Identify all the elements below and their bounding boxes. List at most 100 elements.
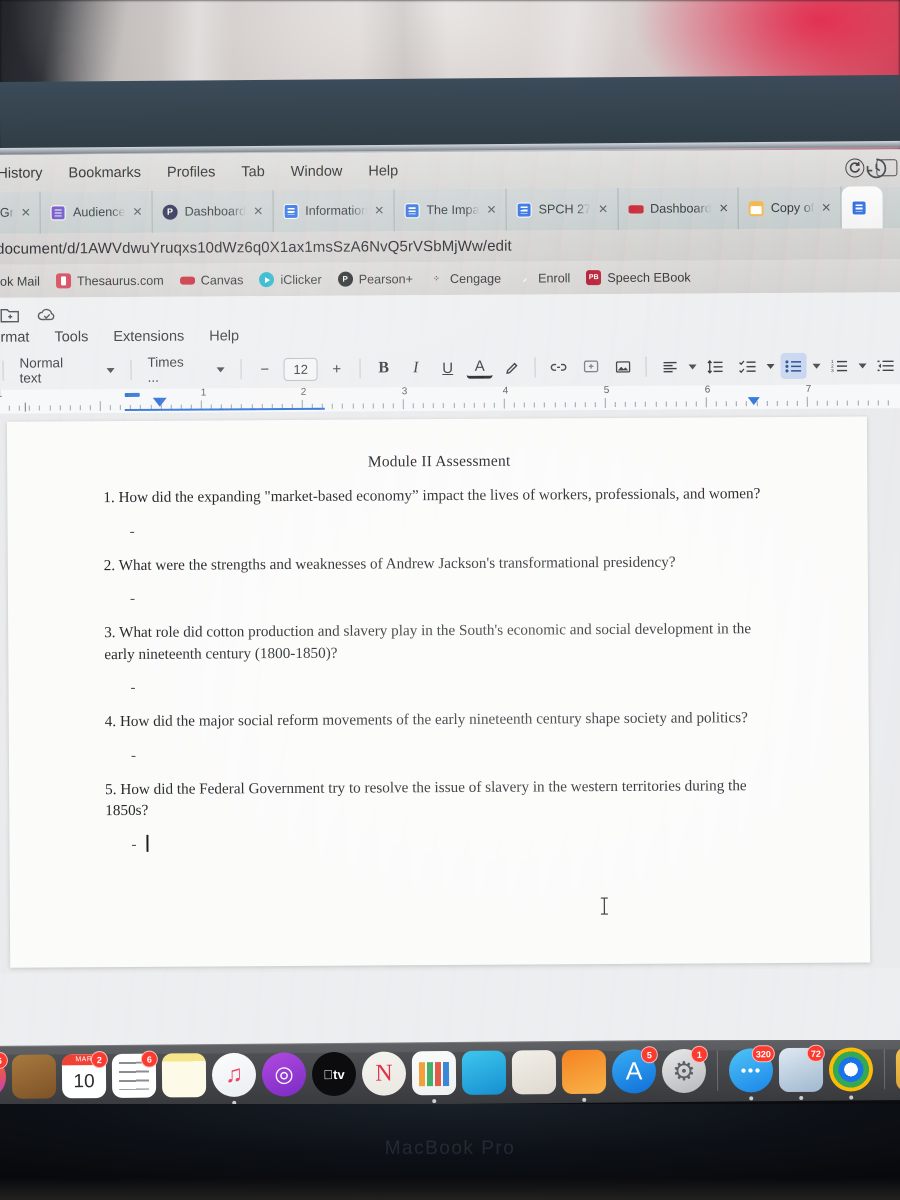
dock-item-podcasts[interactable]: ◎ [261,1052,307,1097]
dock-item-numbers[interactable] [411,1050,457,1104]
question-5[interactable]: 5. How did the Federal Government try to… [105,775,777,822]
dock-item-app-store[interactable]: A5 [611,1046,658,1094]
document-body[interactable]: Module II Assessment 1. How did the expa… [7,416,870,868]
decrease-font-size-button[interactable]: − [252,356,278,382]
add-comment-icon[interactable] [578,354,604,380]
checklist-icon[interactable] [735,353,761,379]
numbered-list-icon[interactable]: 1 2 3 [826,353,852,379]
text-color-button[interactable]: A [466,356,493,379]
dock-item-photo-booth[interactable] [511,1050,557,1095]
tab-4[interactable]: The Impa ✕ [394,188,507,232]
increase-font-size-button[interactable]: + [324,356,350,382]
cloud-saved-icon[interactable] [36,306,58,325]
chevron-down-icon[interactable] [688,363,697,370]
chevron-down-icon[interactable] [812,363,821,369]
bullet-marker-4[interactable]: - [105,729,777,779]
tab-strip[interactable]: l Gr ✕ Audience ✕ P Dashboard ✕ Informat… [0,186,900,234]
bookmark-canvas[interactable]: Canvas [179,273,243,287]
tab-8-active[interactable] [841,186,883,229]
menu-item-tab[interactable]: Tab [241,164,264,180]
tab-0[interactable]: l Gr ✕ [0,191,42,234]
docs-menu-extensions[interactable]: Extensions [113,329,184,345]
docs-menu-tools[interactable]: Tools [54,329,88,345]
font-size-input[interactable]: 12 [283,357,318,381]
insert-link-icon[interactable] [546,354,572,380]
question-4[interactable]: 4. How did the major social reform movem… [105,707,777,733]
close-icon[interactable]: ✕ [598,202,608,216]
bulleted-list-icon[interactable] [780,352,807,379]
dock-item-contacts[interactable] [11,1054,57,1099]
dock-item-notes[interactable] [161,1053,207,1098]
line-spacing-icon[interactable] [703,353,729,379]
dock-item-messages[interactable]: ●●● 320 [728,1045,775,1101]
close-icon[interactable]: ✕ [719,201,729,215]
dock-item-photos[interactable]: 72 [778,1044,825,1100]
chevron-down-icon[interactable] [858,362,867,368]
reload-icon[interactable] [845,158,865,178]
menu-item-bookmarks[interactable]: Bookmarks [68,164,141,180]
bullet-marker-2[interactable]: - [104,572,776,622]
underline-button[interactable]: U [435,355,461,381]
macos-menubar[interactable]: History Bookmarks Profiles Tab Window He… [0,149,900,192]
question-1[interactable]: 1. How did the expanding "market-based e… [103,483,775,509]
dock-item-calendar[interactable]: MAR 10 2 [61,1050,108,1099]
left-indent-handle[interactable] [152,397,167,407]
dock-item-apple-tv[interactable]: tv [311,1051,357,1097]
question-3[interactable]: 3. What role did cotton production and s… [104,618,776,665]
tab-2[interactable]: P Dashboard ✕ [152,190,274,233]
dock-item-pages[interactable] [561,1049,607,1102]
dock-item-photos-legacy[interactable]: 6 [0,1051,8,1100]
tab-5[interactable]: SPCH 27 ✕ [506,187,619,231]
first-line-indent-handle[interactable] [124,392,140,397]
font-family-dropdown[interactable]: Times ... [141,350,230,389]
chevron-down-icon[interactable] [766,363,775,369]
right-indent-handle[interactable] [747,397,760,406]
dock-item-google-chrome[interactable] [828,1047,874,1100]
menu-item-profiles[interactable]: Profiles [167,164,215,180]
move-to-folder-icon[interactable] [0,306,22,325]
document-page[interactable]: Module II Assessment 1. How did the expa… [6,416,871,968]
bookmark-iclicker[interactable]: iClicker [259,272,322,288]
version-history-icon[interactable] [863,155,889,186]
close-icon[interactable]: ✕ [821,201,831,215]
bookmark-cengage[interactable]: ⁘ Cengage [429,271,501,286]
docs-toolbar[interactable]: Normal text Times ... − 12 + B I U A 1 2… [0,346,900,390]
dock-item-downloads-stack[interactable] [895,1046,900,1092]
bookmark-speech-ebook[interactable]: PB Speech EBook [586,270,691,286]
bookmarks-bar[interactable]: ok Mail Thesaurus.com Canvas iClicker P … [0,259,900,298]
tab-6[interactable]: Dashboard ✕ [617,187,739,230]
docs-menu-help[interactable]: Help [209,328,239,344]
close-icon[interactable]: ✕ [21,206,31,220]
highlight-pen-icon[interactable] [499,355,525,381]
bold-button[interactable]: B [371,355,397,381]
menu-item-history[interactable]: History [0,165,43,181]
tab-7[interactable]: Copy of ✕ [738,186,842,230]
dock-item-reminders[interactable]: 6 [111,1050,158,1098]
close-icon[interactable]: ✕ [486,203,496,217]
align-left-icon[interactable] [657,354,683,380]
bullet-marker-5[interactable]: - [105,818,777,868]
bookmark-pearson[interactable]: P Pearson+ [337,271,413,287]
dock-item-keynote[interactable] [461,1050,507,1095]
close-icon[interactable]: ✕ [253,204,263,218]
paragraph-style-dropdown[interactable]: Normal text [13,351,120,390]
close-icon[interactable]: ✕ [132,205,142,219]
tab-3[interactable]: Information ✕ [273,189,395,233]
macos-dock[interactable]: 6 MAR102 6 ♫ ◎ tv N A5⚙1 ●●●320 72 [0,1040,900,1109]
docs-menu-format[interactable]: ormat [0,330,30,346]
dock-item-music[interactable]: ♫ [211,1052,257,1105]
bookmark-enroll[interactable]: ◞ Enroll [517,270,570,285]
menu-item-help[interactable]: Help [368,163,398,179]
document-canvas[interactable]: Module II Assessment 1. How did the expa… [0,408,900,974]
dock-item-news[interactable]: N [361,1051,407,1096]
close-icon[interactable]: ✕ [374,203,384,217]
decrease-indent-icon[interactable] [872,352,898,378]
bullet-marker-1[interactable]: - [103,505,775,555]
tab-1[interactable]: Audience ✕ [40,190,153,234]
italic-button[interactable]: I [403,355,429,381]
bookmark-outlook-mail[interactable]: ok Mail [0,274,40,288]
dock-item-system-settings[interactable]: ⚙ 1 [661,1045,708,1094]
bookmark-thesaurus[interactable]: Thesaurus.com [55,273,164,289]
menu-item-window[interactable]: Window [291,163,343,179]
insert-image-icon[interactable] [610,354,636,380]
